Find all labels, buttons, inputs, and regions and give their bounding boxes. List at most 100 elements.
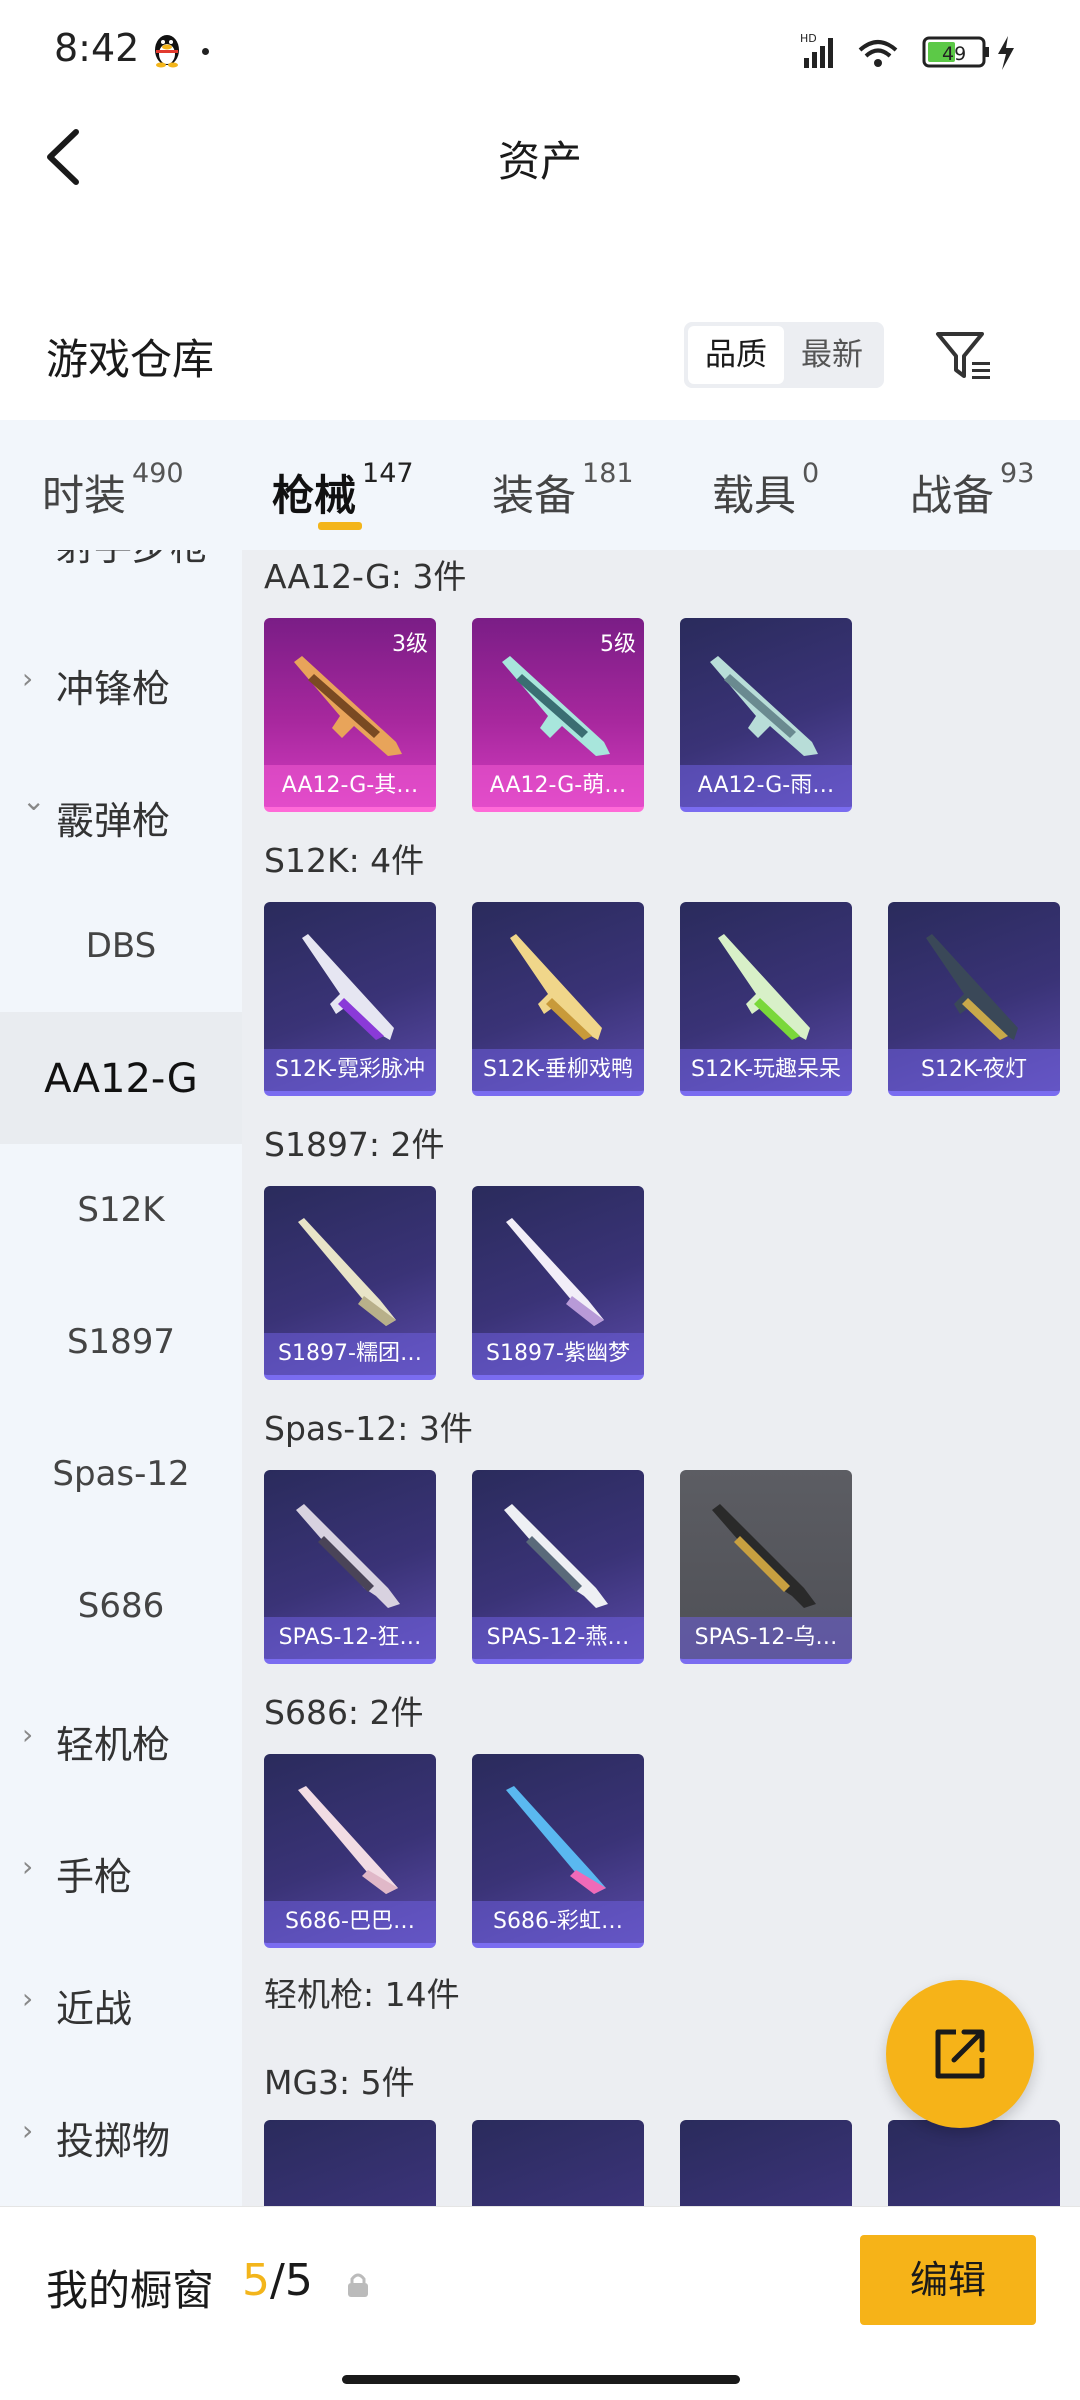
tab-count: 93: [1000, 458, 1035, 489]
sidebar-item-label: AA12-G: [44, 1056, 198, 1102]
weapon-card[interactable]: 3级 AA12-G-其…: [264, 618, 436, 812]
sidebar-item-label: 手枪: [56, 1855, 133, 1899]
weapon-card[interactable]: S12K-垂柳戏鸭: [472, 902, 644, 1096]
tab-label: 装备: [492, 471, 577, 520]
warehouse-title: 游戏仓库: [46, 335, 215, 384]
showcase-bar: 我的橱窗 5/5 编辑: [0, 2206, 1080, 2400]
sidebar-item-label: 轻机枪: [56, 1723, 171, 1767]
group-title: S12K: 4件: [264, 841, 425, 880]
chevron-right-icon: ›: [22, 1718, 34, 1751]
tab-label: 时装: [42, 471, 127, 520]
tab-vehicles[interactable]: 载具 0: [712, 458, 819, 523]
sidebar-item-melee[interactable]: › 近战: [0, 1936, 242, 2068]
weapon-card[interactable]: S12K-夜灯: [888, 902, 1060, 1096]
sidebar-item-s12k[interactable]: S12K: [0, 1144, 242, 1276]
tab-count: 0: [802, 458, 820, 489]
shotgun-icon: [296, 1504, 400, 1608]
tab-count: 147: [362, 458, 414, 489]
weapon-card[interactable]: [888, 2120, 1060, 2206]
shotgun-icon: [504, 1504, 608, 1608]
lock-icon: [348, 2273, 368, 2297]
sidebar-item-label: S686: [77, 1586, 165, 1626]
tab-supplies[interactable]: 战备 93: [910, 458, 1034, 523]
sidebar-item-spas12[interactable]: Spas-12: [0, 1408, 242, 1540]
chevron-right-icon: ›: [22, 1982, 34, 2015]
sidebar-item-label: DBS: [85, 926, 157, 966]
share-icon: [935, 2029, 985, 2079]
weapon-card[interactable]: S12K-霓彩脉冲: [264, 902, 436, 1096]
chevron-right-icon: ›: [22, 2114, 34, 2147]
category-tabs: 时装 490 枪械 147 装备 181 载具 0 战备 93: [0, 420, 1080, 550]
filter-icon[interactable]: [930, 322, 996, 388]
weapon-card[interactable]: [264, 2120, 436, 2206]
sidebar-item-s1897[interactable]: S1897: [0, 1276, 242, 1408]
weapon-name: SPAS-12-乌…: [680, 1617, 852, 1659]
sidebar-item-shotgun[interactable]: ⌄ 霰弹枪: [0, 748, 242, 880]
weapon-card[interactable]: SPAS-12-狂…: [264, 1470, 436, 1664]
shotgun-icon: [506, 1786, 606, 1894]
sort-toggle: 品质 最新: [684, 322, 884, 388]
status-time: 8:42: [54, 26, 140, 70]
weapon-card[interactable]: S686-彩虹…: [472, 1754, 644, 1948]
sidebar-item-marksman-rifle[interactable]: ⌄ 射手步枪: [0, 550, 242, 612]
shotgun-icon: [298, 1218, 396, 1326]
showcase-total: /5: [270, 2255, 313, 2306]
sidebar-item-smg[interactable]: › 冲锋枪: [0, 616, 242, 748]
page-title: 资产: [497, 137, 582, 186]
status-indicators: HD 49: [800, 32, 1014, 70]
sidebar-item-aa12g[interactable]: AA12-G: [0, 1012, 242, 1144]
weapon-name: S12K-夜灯: [888, 1049, 1060, 1091]
sidebar-item-lmg[interactable]: › 轻机枪: [0, 1672, 242, 1804]
sidebar-item-label: 霰弹枪: [56, 799, 171, 843]
tab-label: 载具: [712, 471, 797, 520]
shotgun-icon: [510, 934, 602, 1040]
section-title-lmg: 轻机枪: 14件: [264, 1975, 460, 2014]
tab-equipment[interactable]: 装备 181: [492, 458, 634, 523]
weapon-card[interactable]: SPAS-12-乌…: [680, 1470, 852, 1664]
sort-quality-option[interactable]: 品质: [688, 326, 784, 384]
weapon-card[interactable]: SPAS-12-燕…: [472, 1470, 644, 1664]
sidebar-item-dbs[interactable]: DBS: [0, 880, 242, 1012]
shotgun-icon: [712, 1504, 816, 1608]
weapon-name: S686-彩虹…: [472, 1901, 644, 1943]
weapon-name: S12K-垂柳戏鸭: [472, 1049, 644, 1091]
sort-new-option[interactable]: 最新: [784, 326, 880, 384]
tab-count: 181: [582, 458, 634, 489]
tab-firearms[interactable]: 枪械 147: [272, 458, 414, 523]
weapon-name: AA12-G-萌…: [472, 765, 644, 807]
sidebar-item-label: S12K: [77, 1190, 165, 1230]
tab-label: 枪械: [272, 471, 357, 520]
tab-fashion[interactable]: 时装 490: [42, 458, 184, 523]
sidebar-item-pistol[interactable]: › 手枪: [0, 1804, 242, 1936]
weapon-card[interactable]: 5级 AA12-G-萌…: [472, 618, 644, 812]
group-title: S686: 2件: [264, 1693, 424, 1732]
status-bar: 8:42 HD 49: [0, 0, 1080, 100]
weapon-card[interactable]: S1897-糯团…: [264, 1186, 436, 1380]
sidebar-item-label: S1897: [66, 1322, 176, 1362]
weapon-card[interactable]: S686-巴巴…: [264, 1754, 436, 1948]
weapon-name: SPAS-12-燕…: [472, 1617, 644, 1659]
sidebar-item-throwable[interactable]: › 投掷物: [0, 2068, 242, 2200]
weapon-type-sidebar: ⌄ 射手步枪 › 冲锋枪 ⌄ 霰弹枪 DBS AA12-G S12K S1897…: [0, 550, 242, 2206]
share-button[interactable]: [886, 1980, 1034, 2128]
shotgun-icon: [718, 934, 810, 1040]
sidebar-item-label: 射手步枪: [56, 550, 208, 571]
shotgun-icon: [506, 1218, 604, 1326]
edit-button[interactable]: 编辑: [860, 2235, 1036, 2325]
weapon-card[interactable]: AA12-G-雨…: [680, 618, 852, 812]
shotgun-icon: [502, 656, 610, 756]
weapon-card[interactable]: S12K-玩趣呆呆: [680, 902, 852, 1096]
weapon-name: AA12-G-其…: [264, 765, 436, 807]
tab-label: 战备: [910, 471, 995, 520]
shotgun-icon: [302, 934, 394, 1040]
sidebar-item-s686[interactable]: S686: [0, 1540, 242, 1672]
weapon-name: SPAS-12-狂…: [264, 1617, 436, 1659]
sidebar-item-label: 投掷物: [56, 2119, 171, 2163]
showcase-label: 我的橱窗: [46, 2266, 215, 2315]
weapon-card[interactable]: [680, 2120, 852, 2206]
shotgun-icon: [294, 656, 402, 756]
group-title: Spas-12: 3件: [264, 1409, 473, 1448]
weapon-card[interactable]: S1897-紫幽梦: [472, 1186, 644, 1380]
weapon-name: S1897-糯团…: [264, 1333, 436, 1375]
weapon-card[interactable]: [472, 2120, 644, 2206]
